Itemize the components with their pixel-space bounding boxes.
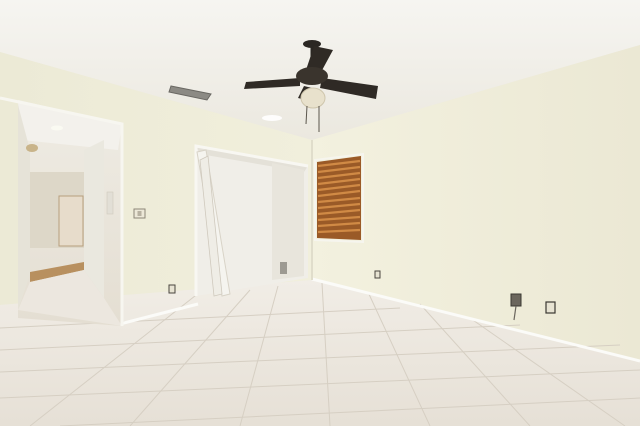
hallway-doorway xyxy=(0,96,124,326)
room-photo xyxy=(0,0,640,426)
room-photo-svg xyxy=(0,0,640,426)
window-blinds-icon xyxy=(314,152,364,244)
closet-opening xyxy=(194,144,309,297)
